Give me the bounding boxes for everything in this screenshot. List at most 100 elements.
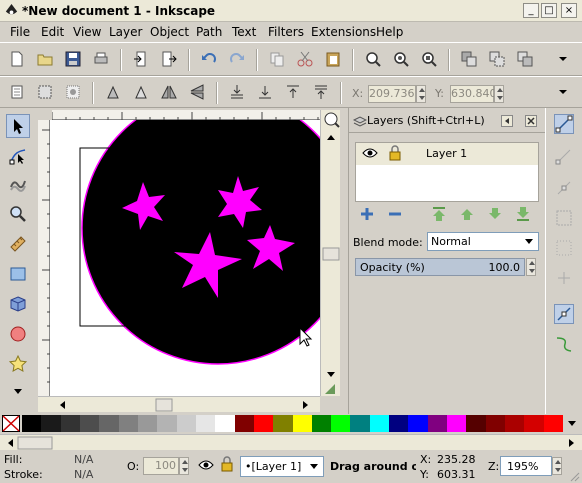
measure-tool[interactable] bbox=[6, 232, 30, 256]
flip-vertical-button[interactable] bbox=[186, 81, 208, 103]
drawing-canvas[interactable] bbox=[50, 120, 320, 396]
y-coordinate-input[interactable]: 630.840 bbox=[450, 85, 497, 103]
resize-grip-icon[interactable] bbox=[568, 470, 580, 482]
vertical-scrollbar[interactable] bbox=[320, 110, 340, 396]
copy-button[interactable] bbox=[266, 48, 288, 70]
color-swatch[interactable] bbox=[195, 415, 216, 432]
zoom-spinner[interactable] bbox=[552, 457, 562, 475]
duplicate-button[interactable] bbox=[458, 48, 480, 70]
panel-iconify-icon[interactable] bbox=[501, 115, 513, 127]
lower-button[interactable] bbox=[254, 81, 276, 103]
color-swatch[interactable] bbox=[485, 415, 506, 432]
rotate-ccw-button[interactable] bbox=[102, 81, 124, 103]
palette-scrollbar[interactable] bbox=[0, 434, 582, 450]
node-tool[interactable] bbox=[6, 144, 30, 168]
menu-path[interactable]: Path bbox=[196, 25, 222, 39]
menu-object[interactable]: Object bbox=[150, 25, 189, 39]
lower-to-bottom-button[interactable] bbox=[226, 81, 248, 103]
x-coordinate-input[interactable]: 209.736 bbox=[368, 85, 416, 103]
snap-bbox-icon[interactable] bbox=[554, 146, 574, 166]
color-swatch[interactable] bbox=[505, 415, 525, 432]
eye-visible-icon[interactable] bbox=[198, 459, 214, 471]
color-swatch[interactable] bbox=[22, 415, 42, 432]
raise-layer-to-top-icon[interactable] bbox=[431, 206, 447, 222]
zoom-tool[interactable] bbox=[6, 202, 30, 226]
color-swatch[interactable] bbox=[524, 415, 545, 432]
remove-layer-icon[interactable] bbox=[387, 206, 403, 222]
zoom-selection-button[interactable] bbox=[362, 48, 384, 70]
rectangle-tool[interactable] bbox=[6, 262, 30, 286]
snap-bbox-center-icon[interactable] bbox=[554, 268, 574, 288]
lock-icon[interactable] bbox=[220, 456, 234, 472]
color-swatch[interactable] bbox=[273, 415, 293, 432]
color-swatch[interactable] bbox=[176, 415, 197, 432]
snap-bbox-midpoint-icon[interactable] bbox=[554, 238, 574, 258]
flip-horizontal-button[interactable] bbox=[158, 81, 180, 103]
color-swatch[interactable] bbox=[79, 415, 100, 432]
color-swatch[interactable] bbox=[447, 415, 467, 432]
toolbar-overflow-button[interactable] bbox=[552, 48, 574, 70]
snap-bbox-edge-icon[interactable] bbox=[554, 178, 574, 198]
layer-row[interactable]: Layer 1 bbox=[356, 143, 538, 165]
raise-layer-icon[interactable] bbox=[459, 206, 475, 222]
deselect-button[interactable] bbox=[62, 81, 84, 103]
controls-overflow-button[interactable] bbox=[552, 81, 574, 103]
opacity-slider[interactable]: Opacity (%) 100.0 bbox=[355, 258, 525, 276]
color-swatch[interactable] bbox=[466, 415, 487, 432]
layers-list[interactable]: Layer 1 bbox=[355, 142, 539, 202]
undo-button[interactable] bbox=[198, 48, 220, 70]
color-swatch[interactable] bbox=[369, 415, 390, 432]
paste-button[interactable] bbox=[322, 48, 344, 70]
save-button[interactable] bbox=[62, 48, 84, 70]
menu-text[interactable]: Text bbox=[232, 25, 256, 39]
raise-button[interactable] bbox=[282, 81, 304, 103]
color-swatch[interactable] bbox=[408, 415, 429, 432]
clone-button[interactable] bbox=[486, 48, 508, 70]
toolbox-scroll-down[interactable] bbox=[6, 386, 30, 398]
menu-view[interactable]: View bbox=[73, 25, 101, 39]
color-swatch[interactable] bbox=[118, 415, 139, 432]
opacity-status-input[interactable]: 100 bbox=[143, 457, 179, 475]
maximize-button[interactable]: □ bbox=[541, 3, 557, 18]
zoom-input[interactable]: 195% bbox=[500, 456, 552, 476]
rotate-cw-button[interactable] bbox=[130, 81, 152, 103]
eye-visible-icon[interactable] bbox=[362, 147, 378, 159]
color-swatch[interactable] bbox=[543, 415, 564, 432]
print-button[interactable] bbox=[90, 48, 112, 70]
palette-menu-icon[interactable] bbox=[565, 417, 579, 431]
menu-help[interactable]: Help bbox=[376, 25, 403, 39]
color-swatch[interactable] bbox=[253, 415, 274, 432]
select-all-layers-button[interactable] bbox=[34, 81, 56, 103]
color-swatch[interactable] bbox=[350, 415, 371, 432]
color-swatch[interactable] bbox=[234, 415, 255, 432]
redo-button[interactable] bbox=[226, 48, 248, 70]
no-paint-swatch-icon[interactable] bbox=[2, 415, 20, 432]
lower-layer-to-bottom-icon[interactable] bbox=[515, 206, 531, 222]
selector-tool[interactable] bbox=[6, 114, 30, 138]
opacity-status-spinner[interactable] bbox=[179, 457, 189, 475]
lower-layer-icon[interactable] bbox=[487, 206, 503, 222]
select-all-button[interactable] bbox=[6, 81, 28, 103]
current-layer-select[interactable]: •[Layer 1] bbox=[240, 456, 324, 477]
snap-nodes-icon[interactable] bbox=[554, 304, 574, 324]
menu-edit[interactable]: Edit bbox=[41, 25, 64, 39]
add-layer-icon[interactable] bbox=[359, 206, 375, 222]
export-button[interactable] bbox=[158, 48, 180, 70]
cut-button[interactable] bbox=[294, 48, 316, 70]
color-swatch[interactable] bbox=[99, 415, 120, 432]
opacity-spinner[interactable] bbox=[526, 258, 536, 276]
zoom-page-button[interactable] bbox=[418, 48, 440, 70]
snap-enable-icon[interactable] bbox=[554, 114, 574, 134]
open-button[interactable] bbox=[34, 48, 56, 70]
snap-paths-icon[interactable] bbox=[554, 334, 574, 354]
color-swatch[interactable] bbox=[60, 415, 81, 432]
menu-extensions[interactable]: Extensions bbox=[311, 25, 376, 39]
new-document-button[interactable] bbox=[6, 48, 28, 70]
color-swatch[interactable] bbox=[427, 415, 448, 432]
snap-bbox-corner-icon[interactable] bbox=[554, 208, 574, 228]
blend-mode-select[interactable]: Normal bbox=[427, 232, 539, 251]
color-swatch[interactable] bbox=[292, 415, 313, 432]
x-coordinate-spinner[interactable] bbox=[416, 85, 426, 103]
import-button[interactable] bbox=[130, 48, 152, 70]
menu-file[interactable]: File bbox=[10, 25, 30, 39]
